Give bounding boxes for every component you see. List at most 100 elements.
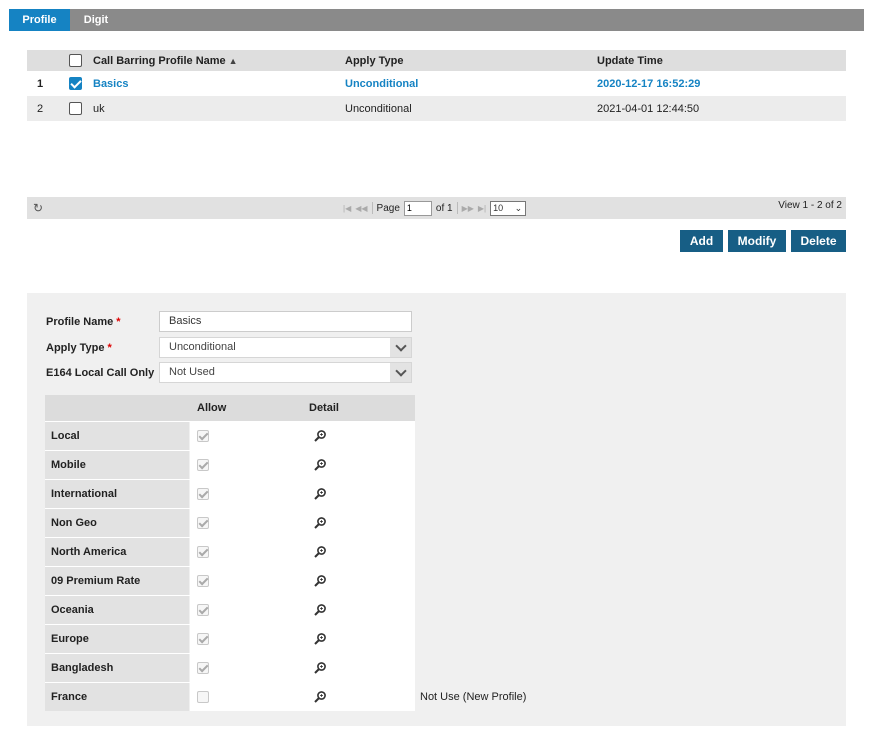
tab-digit[interactable]: Digit (70, 9, 122, 31)
page-of-label: of 1 (435, 202, 453, 214)
permission-cells (190, 422, 415, 450)
magnifier-icon[interactable] (313, 458, 327, 472)
magnifier-icon[interactable] (313, 690, 327, 704)
magnifier-icon[interactable] (313, 545, 327, 559)
rows-per-page-select[interactable]: 10 ⌄ (490, 200, 527, 216)
next-page-icon[interactable]: ▶▶ (462, 204, 474, 213)
permission-cells (190, 683, 415, 711)
call-permissions-table: Allow Detail Local Mobile International Non… (45, 395, 526, 711)
allow-checkbox[interactable] (197, 604, 209, 616)
permission-row: Local (45, 421, 415, 450)
view-count: View 1 - 2 of 2 (778, 200, 842, 211)
row-name[interactable]: Basics (93, 71, 128, 96)
permission-name: North America (45, 538, 189, 566)
magnifier-icon[interactable] (313, 487, 327, 501)
permission-name: 09 Premium Rate (45, 567, 189, 595)
permission-cells (190, 625, 415, 653)
magnifier-icon[interactable] (313, 429, 327, 443)
add-button[interactable]: Add (680, 230, 723, 252)
allow-checkbox[interactable] (197, 430, 209, 442)
grid-header: Call Barring Profile Name ▲︎ Apply Type … (27, 50, 846, 71)
e164-label: E164 Local Call Only (46, 367, 155, 379)
profile-name-input[interactable]: Basics (159, 311, 412, 332)
row-update-time: 2020-12-17 16:52:29 (597, 77, 701, 90)
magnifier-icon[interactable] (313, 574, 327, 588)
permission-row: Europe (45, 624, 415, 653)
permission-cells (190, 596, 415, 624)
sort-icon[interactable]: ▲︎ (229, 56, 238, 66)
permission-note: Not Use (New Profile) (420, 691, 527, 703)
column-header-update-time[interactable]: Update Time (597, 50, 663, 71)
chevron-down-icon[interactable] (390, 338, 411, 357)
permission-row: France Not Use (New Profile) (45, 682, 526, 711)
permission-row: International (45, 479, 415, 508)
profile-grid: Call Barring Profile Name ▲︎ Apply Type … (27, 50, 846, 121)
row-update-time: 2021-04-01 12:44:50 (597, 102, 700, 115)
apply-type-label: Apply Type * (46, 342, 112, 354)
pager-divider (371, 202, 373, 214)
row-apply-type: Unconditional (345, 102, 412, 115)
column-header-name[interactable]: Call Barring Profile Name ▲︎ (93, 50, 238, 71)
magnifier-icon[interactable] (313, 603, 327, 617)
permission-name: International (45, 480, 189, 508)
permission-row: North America (45, 537, 415, 566)
allow-checkbox[interactable] (197, 488, 209, 500)
row-apply-type: Unconditional (345, 77, 419, 90)
permission-row: Oceania (45, 595, 415, 624)
refresh-icon[interactable]: ↻ (33, 201, 43, 215)
tab-profile[interactable]: Profile (9, 9, 70, 31)
permission-name: Oceania (45, 596, 189, 624)
column-header-name-label: Call Barring Profile Name (93, 54, 226, 67)
permission-row: Non Geo (45, 508, 415, 537)
permission-name: Mobile (45, 451, 189, 479)
allow-checkbox[interactable] (197, 517, 209, 529)
rows-per-page-value: 10 (493, 202, 504, 213)
permission-cells (190, 480, 415, 508)
row-number: 1 (36, 77, 44, 90)
allow-checkbox[interactable] (197, 575, 209, 587)
prev-page-icon[interactable]: ◀◀ (355, 204, 367, 213)
permission-name: Non Geo (45, 509, 189, 537)
permission-cells (190, 451, 415, 479)
last-page-icon[interactable]: ▶| (478, 204, 486, 213)
allow-checkbox[interactable] (197, 546, 209, 558)
permission-row: 09 Premium Rate (45, 566, 415, 595)
profile-form-panel: Profile Name * Basics Apply Type * Uncondi… (27, 293, 846, 726)
first-page-icon[interactable]: |◀ (343, 204, 351, 213)
allow-checkbox[interactable] (197, 691, 209, 703)
row-name[interactable]: uk (93, 96, 105, 121)
allow-checkbox[interactable] (197, 459, 209, 471)
chevron-down-icon[interactable] (390, 363, 411, 382)
apply-type-select[interactable]: Unconditional (159, 337, 412, 358)
profile-name-label: Profile Name * (46, 316, 121, 328)
row-checkbox[interactable] (68, 71, 82, 96)
row-checkbox[interactable] (68, 96, 82, 121)
allow-header: Allow (197, 402, 227, 414)
permission-name: Bangladesh (45, 654, 189, 682)
table-row[interactable]: 1 Basics Unconditional 2020-12-17 16:52:… (27, 71, 846, 96)
e164-select[interactable]: Not Used (159, 362, 412, 383)
column-header-apply-type[interactable]: Apply Type (345, 50, 403, 71)
select-all-checkbox[interactable] (68, 50, 82, 71)
permission-row: Bangladesh (45, 653, 415, 682)
permission-cells (190, 538, 415, 566)
magnifier-icon[interactable] (313, 516, 327, 530)
pager: ↻ |◀ ◀◀ Page of 1 ▶▶ ▶| 10 ⌄ View 1 - 2 … (27, 197, 846, 219)
permission-name: Local (45, 422, 189, 450)
permission-row: Mobile (45, 450, 415, 479)
delete-button[interactable]: Delete (791, 230, 846, 252)
permission-name: Europe (45, 625, 189, 653)
row-number: 2 (36, 102, 44, 115)
permission-cells (190, 567, 415, 595)
allow-checkbox[interactable] (197, 662, 209, 674)
table-row[interactable]: 2 uk Unconditional 2021-04-01 12:44:50 (27, 96, 846, 121)
pager-divider (456, 202, 458, 214)
magnifier-icon[interactable] (313, 632, 327, 646)
permission-cells (190, 654, 415, 682)
pager-nav: |◀ ◀◀ Page of 1 ▶▶ ▶| 10 ⌄ (343, 197, 527, 219)
e164-value: Not Used (169, 366, 215, 378)
allow-checkbox[interactable] (197, 633, 209, 645)
page-input[interactable] (403, 200, 432, 216)
magnifier-icon[interactable] (313, 661, 327, 675)
modify-button[interactable]: Modify (728, 230, 786, 252)
